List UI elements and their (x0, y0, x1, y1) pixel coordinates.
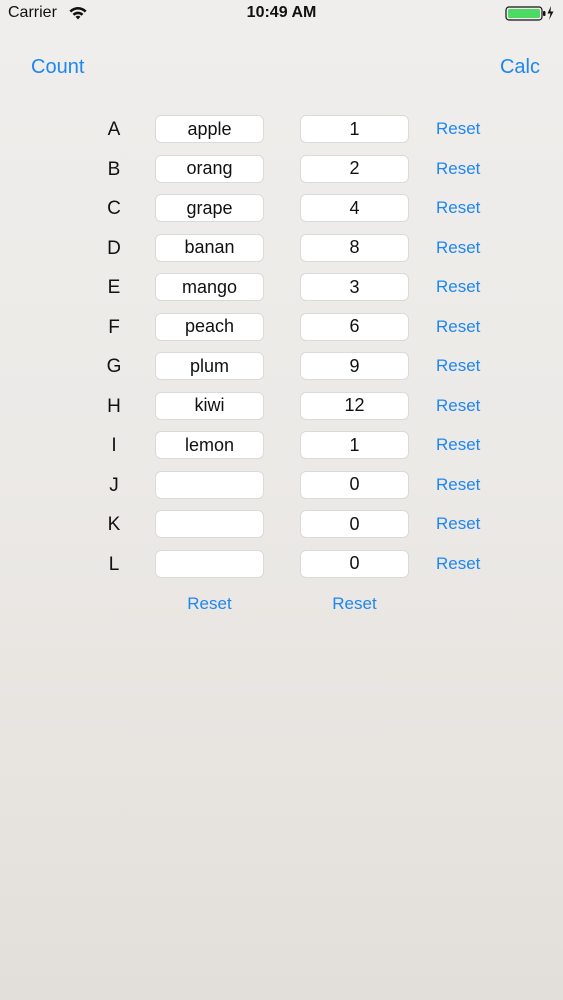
item-row: E Reset (0, 273, 563, 303)
row-reset-button[interactable]: Reset (436, 356, 480, 376)
item-name-field[interactable] (155, 431, 264, 459)
row-letter-label: A (107, 119, 121, 140)
battery-charging-icon (505, 6, 554, 21)
item-count-field[interactable] (300, 154, 409, 183)
item-name-field[interactable] (155, 312, 264, 341)
row-letter-label: K (107, 514, 121, 535)
row-reset-button[interactable]: Reset (436, 514, 480, 534)
row-reset-button[interactable]: Reset (436, 277, 480, 297)
item-name-field[interactable] (155, 391, 264, 420)
row-letter-label: C (107, 198, 121, 219)
calc-nav-button[interactable]: Calc (500, 56, 540, 79)
item-count-field[interactable] (300, 273, 409, 301)
row-letter-label: J (109, 474, 119, 496)
status-bar: Carrier 10:49 AM (0, 0, 563, 28)
row-letter-label: D (107, 237, 121, 259)
row-reset-button[interactable]: Reset (436, 475, 480, 495)
item-name-field[interactable] (155, 352, 264, 380)
row-reset-button[interactable]: Reset (436, 238, 480, 258)
item-count-field[interactable] (300, 549, 409, 578)
row-reset-button[interactable]: Reset (436, 396, 480, 416)
item-name-field[interactable] (155, 510, 264, 538)
reset-names-button[interactable]: Reset (155, 594, 264, 614)
row-reset-button[interactable]: Reset (436, 159, 480, 179)
row-letter-label: I (111, 435, 117, 456)
item-name-field[interactable] (155, 194, 264, 222)
row-letter-label: H (107, 395, 121, 417)
row-letter-label: F (108, 316, 120, 338)
item-row: K Reset (0, 510, 563, 540)
item-row: H Reset (0, 391, 563, 422)
row-reset-button[interactable]: Reset (436, 317, 480, 337)
row-reset-button[interactable]: Reset (436, 198, 480, 218)
row-letter-label: B (107, 158, 121, 180)
item-count-field[interactable] (300, 233, 409, 262)
item-row: A Reset (0, 115, 563, 145)
item-row: F Reset (0, 312, 563, 343)
item-count-field[interactable] (300, 510, 409, 538)
item-name-field[interactable] (155, 115, 264, 143)
row-letter-label: E (107, 277, 121, 298)
row-letter-label: L (108, 553, 120, 575)
row-reset-button[interactable]: Reset (436, 435, 480, 455)
item-row: L Reset (0, 549, 563, 580)
item-row: J Reset (0, 470, 563, 501)
item-name-field[interactable] (155, 273, 264, 301)
item-row: D Reset (0, 233, 563, 264)
item-count-field[interactable] (300, 431, 409, 459)
item-row: G Reset (0, 352, 563, 382)
item-row: I Reset (0, 431, 563, 461)
row-letter-label: G (106, 356, 122, 377)
item-count-field[interactable] (300, 115, 409, 143)
item-name-field[interactable] (155, 154, 264, 183)
item-count-field[interactable] (300, 312, 409, 341)
item-count-field[interactable] (300, 470, 409, 499)
row-reset-button[interactable]: Reset (436, 554, 480, 574)
item-count-field[interactable] (300, 352, 409, 380)
item-name-field[interactable] (155, 549, 264, 578)
item-row: B Reset (0, 154, 563, 185)
item-name-field[interactable] (155, 233, 264, 262)
reset-counts-button[interactable]: Reset (300, 594, 409, 614)
count-nav-button[interactable]: Count (31, 56, 84, 79)
item-count-field[interactable] (300, 194, 409, 222)
item-name-field[interactable] (155, 470, 264, 499)
item-row: C Reset (0, 194, 563, 224)
clock: 10:49 AM (246, 4, 317, 21)
row-reset-button[interactable]: Reset (436, 119, 480, 139)
item-count-field[interactable] (300, 391, 409, 420)
